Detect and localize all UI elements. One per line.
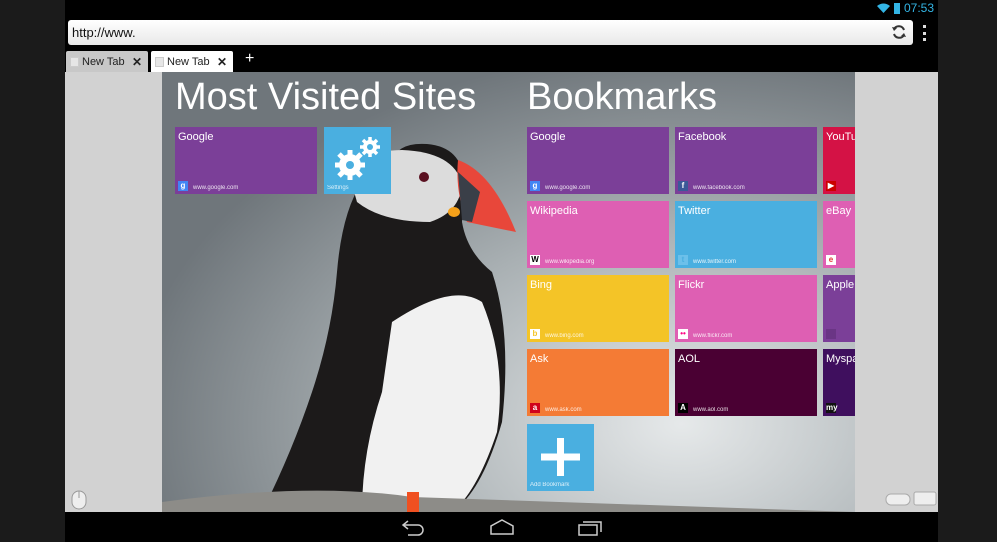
bookmark-tile-bing[interactable]: Bing b www.bing.com <box>527 275 669 342</box>
gamepad-icon[interactable] <box>885 490 911 506</box>
twitter-icon: t <box>678 255 688 265</box>
bookmarks-heading: Bookmarks <box>527 76 718 118</box>
mouse-icon[interactable] <box>70 486 88 510</box>
android-screen: 07:53 http://www. New Tab ✕ New Tab ✕ + Mo… <box>65 0 938 542</box>
wikipedia-icon: W <box>530 255 540 265</box>
tile-title: YouTube <box>826 131 855 143</box>
close-tab-icon[interactable]: ✕ <box>217 55 227 69</box>
tile-url: www.facebook.com <box>693 185 745 191</box>
tab-label: New Tab <box>167 55 210 68</box>
add-bookmark-tile[interactable]: Add Bookmark <box>527 424 594 491</box>
battery-icon <box>893 2 900 14</box>
tab-1[interactable]: New Tab ✕ <box>66 51 148 72</box>
new-tab-button[interactable]: + <box>245 50 254 68</box>
url-text: http://www. <box>72 25 136 40</box>
tile-url: www.twitter.com <box>693 259 737 265</box>
page-icon <box>155 56 164 67</box>
tile-url: www.bing.com <box>545 333 584 339</box>
settings-label: Settings <box>327 185 349 191</box>
bookmark-tile-ebay[interactable]: eBay e <box>823 201 855 268</box>
plus-icon <box>541 438 580 476</box>
background-photo: Most Visited Sites Bookmarks Google g www.… <box>162 72 855 512</box>
bookmark-tile-google[interactable]: Google g www.google.com <box>527 127 669 194</box>
facebook-icon: f <box>678 181 688 191</box>
tile-title: Flickr <box>678 279 705 291</box>
start-page: Most Visited Sites Bookmarks Google g www.… <box>65 72 938 512</box>
overflow-menu-icon[interactable] <box>921 25 927 41</box>
tile-title: Bing <box>530 279 553 291</box>
tile-title: Myspace <box>826 353 855 365</box>
tile-title: Apple <box>826 279 855 291</box>
tile-title: Twitter <box>678 205 711 217</box>
tile-title: Ask <box>530 353 549 365</box>
tile-url: www.flickr.com <box>693 333 733 339</box>
ebay-icon: e <box>826 255 836 265</box>
refresh-icon[interactable] <box>891 24 907 40</box>
tile-url: www.ask.com <box>545 407 582 413</box>
tab-label: New Tab <box>82 55 125 68</box>
keyboard-icon[interactable] <box>913 490 937 506</box>
status-bar: 07:53 <box>876 0 934 16</box>
tile-title: Wikipedia <box>530 205 578 217</box>
home-icon[interactable] <box>489 518 515 536</box>
bookmark-tile-facebook[interactable]: Facebook f www.facebook.com <box>675 127 817 194</box>
tile-url: www.google.com <box>545 185 591 191</box>
bookmark-tile-myspace[interactable]: Myspace my <box>823 349 855 416</box>
bookmark-tile-apple[interactable]: Apple <box>823 275 855 342</box>
tile-url: www.wikipedia.org <box>545 259 595 265</box>
url-input[interactable]: http://www. <box>68 20 913 45</box>
bookmark-tile-ask[interactable]: Ask a www.ask.com <box>527 349 669 416</box>
recent-apps-icon[interactable] <box>577 519 603 537</box>
youtube-icon: ▶ <box>826 181 836 191</box>
navigation-bar <box>65 512 938 542</box>
clock: 07:53 <box>903 1 934 15</box>
ask-icon: a <box>530 403 540 413</box>
tile-title: Google <box>530 131 566 143</box>
most-visited-tile-google[interactable]: Google g www.google.com <box>175 127 317 194</box>
tab-2[interactable]: New Tab ✕ <box>151 51 233 72</box>
tile-title: Google <box>178 131 214 143</box>
tile-title: Facebook <box>678 131 727 143</box>
flickr-icon: •• <box>678 329 688 339</box>
bookmark-tile-youtube[interactable]: YouTube ▶ <box>823 127 855 194</box>
tile-url: www.aol.com <box>693 407 729 413</box>
page-icon <box>70 56 79 67</box>
bookmark-tile-flickr[interactable]: Flickr •• www.flickr.com <box>675 275 817 342</box>
gear-icon <box>335 137 380 180</box>
add-bookmark-label: Add Bookmark <box>530 482 570 488</box>
google-icon: g <box>530 181 540 191</box>
tile-title: AOL <box>678 353 701 365</box>
bookmark-tile-wikipedia[interactable]: Wikipedia Wwww.wikipedia.org <box>527 201 669 268</box>
most-visited-heading: Most Visited Sites <box>175 76 477 118</box>
aol-icon: A <box>678 403 688 413</box>
google-icon: g <box>178 181 188 191</box>
bing-icon: b <box>530 329 540 339</box>
myspace-icon: my <box>826 403 838 413</box>
back-icon[interactable] <box>400 520 426 536</box>
wifi-icon <box>876 3 890 13</box>
tile-url: www.google.com <box>193 185 239 191</box>
tile-title: eBay <box>826 205 852 217</box>
bookmark-tile-aol[interactable]: AOL Awww.aol.com <box>675 349 817 416</box>
bookmark-tile-twitter[interactable]: Twitter t www.twitter.com <box>675 201 817 268</box>
settings-tile[interactable]: Settings <box>324 127 391 194</box>
close-tab-icon[interactable]: ✕ <box>132 55 142 69</box>
apple-icon <box>826 329 836 339</box>
